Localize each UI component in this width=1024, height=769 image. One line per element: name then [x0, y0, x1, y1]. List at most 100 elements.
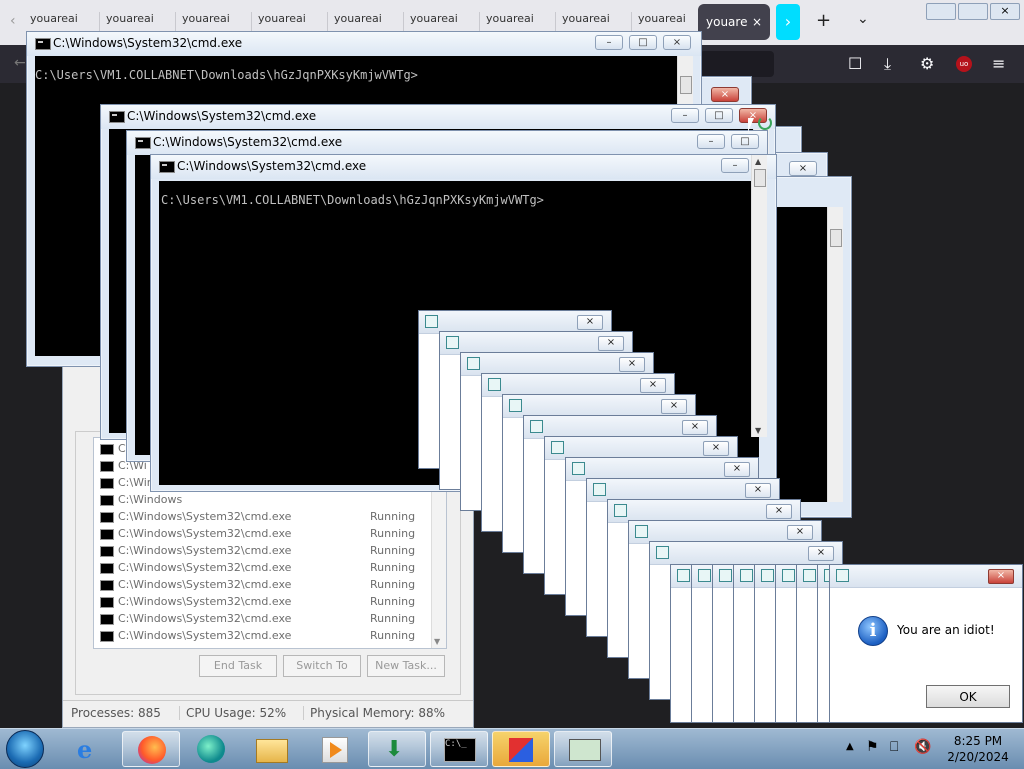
dialog-close-button[interactable]: × [703, 441, 729, 456]
title-bar[interactable]: C:\Windows\System32\cmd.exe – □ × [101, 105, 775, 129]
title-bar[interactable]: C:\Windows\System32\cmd.exe – □ × [27, 32, 701, 56]
taskbar-edge-like-app[interactable] [182, 731, 240, 767]
dialog-title-bar[interactable]: × [482, 374, 674, 396]
dialog-title-bar[interactable]: × [503, 395, 695, 417]
idiot-dialog: × i You are an idiot! OK [829, 564, 1023, 723]
dialog-close-button[interactable]: × [988, 569, 1014, 584]
dialog-close-button[interactable]: × [619, 357, 645, 372]
taskbar-explorer[interactable] [242, 731, 300, 767]
process-row[interactable]: C:\Windows\System32\cmd.exe Running [100, 561, 415, 577]
dialog-app-icon [836, 569, 849, 582]
scroll-down-icon[interactable]: ▼ [434, 637, 440, 646]
close-button[interactable]: × [663, 35, 691, 50]
dialog-title-bar[interactable]: × [629, 521, 821, 543]
browser-app-icon [197, 735, 225, 763]
network-icon[interactable]: ⎕ [890, 739, 898, 755]
dialog-close-button[interactable]: × [724, 462, 750, 477]
dialog-title-bar[interactable]: × [587, 479, 779, 501]
menu-hamburger-icon[interactable]: ≡ [992, 54, 1005, 73]
dialog-title-bar[interactable]: × [566, 458, 758, 480]
download-arrow-icon: ⬇ [385, 737, 404, 762]
dialog-title-bar[interactable]: × [830, 565, 1022, 587]
scroll-up-icon[interactable]: ▲ [755, 157, 761, 166]
taskbar-downloads-app[interactable]: ⬇ [368, 731, 426, 767]
vertical-scrollbar[interactable]: ▲ ▼ [751, 155, 767, 437]
dialog-app-icon [593, 483, 606, 496]
minimize-button[interactable]: – [697, 134, 725, 149]
dialog-close-button[interactable]: × [745, 483, 771, 498]
title-bar[interactable]: C:\Windows\System32\cmd.exe – □ [127, 131, 767, 155]
process-row[interactable]: C:\Windows\System32\cmd.exe Running [100, 629, 415, 645]
taskbar-internet-explorer[interactable]: e [62, 731, 120, 767]
browser-close-button[interactable]: × [990, 3, 1020, 20]
dialog-title-bar[interactable]: × [545, 437, 737, 459]
download-icon[interactable]: ⤓ [884, 54, 891, 74]
dialog-close-button[interactable]: × [661, 399, 687, 414]
close-tab-icon[interactable]: × [752, 4, 762, 40]
browser-maximize-button[interactable] [958, 3, 988, 20]
process-row[interactable]: C:\Windows\System32\cmd.exe Running [100, 578, 415, 594]
ublock-icon[interactable]: uo [956, 56, 972, 72]
active-browser-tab[interactable]: youare × [698, 4, 770, 40]
taskbar-firefox[interactable] [122, 731, 180, 767]
minimize-button[interactable]: – [595, 35, 623, 50]
end-task-button[interactable]: End Task [199, 655, 277, 677]
dialog-title-bar[interactable]: × [524, 416, 716, 438]
dialog-close-button[interactable]: × [640, 378, 666, 393]
process-row[interactable]: C:\Windows [100, 493, 182, 509]
dialog-close-button[interactable]: × [766, 504, 792, 519]
url-bar-fragment[interactable] [700, 51, 774, 77]
switch-to-button[interactable]: Switch To [283, 655, 361, 677]
command-prompt-line: C:\Users\VM1.COLLABNET\Downloads\hGzJqnP… [35, 68, 418, 82]
process-row[interactable]: C:\Win [100, 476, 154, 492]
minimize-button[interactable]: – [721, 158, 749, 173]
volume-muted-icon[interactable]: 🔇 [914, 739, 931, 755]
action-center-flag-icon[interactable]: ⚑ [866, 739, 879, 755]
maximize-button[interactable]: □ [705, 108, 733, 123]
scroll-thumb[interactable] [680, 76, 692, 94]
back-arrow-icon[interactable]: ← [14, 55, 26, 71]
process-row[interactable]: C:\Windows\System32\cmd.exe Running [100, 595, 415, 611]
busy-spinner-icon [758, 116, 772, 130]
dialog-title-bar[interactable]: × [650, 542, 842, 564]
browser-minimize-button[interactable] [926, 3, 956, 20]
close-button[interactable]: × [711, 87, 739, 102]
dialog-close-button[interactable]: × [808, 546, 834, 561]
new-task-button[interactable]: New Task... [367, 655, 445, 677]
title-bar[interactable]: C:\Windows\System32\cmd.exe – [151, 155, 776, 179]
taskbar-cmd[interactable]: C:\_ [430, 731, 488, 767]
show-hidden-icons-chevron-icon[interactable]: ▲ [846, 741, 854, 752]
scroll-thumb[interactable] [754, 169, 766, 187]
pocket-icon[interactable]: ☐ [848, 54, 862, 73]
taskbar-task-manager[interactable] [554, 731, 612, 767]
process-row[interactable]: C:\Windows\System32\cmd.exe Running [100, 510, 415, 526]
maximize-button[interactable]: □ [629, 35, 657, 50]
minimize-button[interactable]: – [671, 108, 699, 123]
tab-scroll-left-icon[interactable]: ‹ [10, 13, 16, 29]
extensions-icon[interactable]: ⚙ [920, 54, 934, 73]
vertical-scrollbar[interactable] [827, 207, 843, 502]
dialog-title-bar[interactable]: × [440, 332, 632, 354]
tab-overflow-arrow-icon[interactable]: › [776, 4, 800, 40]
start-button[interactable] [6, 730, 44, 768]
dialog-close-button[interactable]: × [787, 525, 813, 540]
dialog-title-bar[interactable]: × [608, 500, 800, 522]
maximize-button[interactable]: □ [731, 134, 759, 149]
scroll-thumb[interactable] [830, 229, 842, 247]
process-row[interactable]: C:\Windows\System32\cmd.exe Running [100, 527, 415, 543]
close-button[interactable]: × [789, 161, 817, 176]
dialog-title-bar[interactable]: × [419, 311, 611, 333]
scroll-down-icon[interactable]: ▼ [755, 426, 761, 435]
taskbar-clock[interactable]: 8:25 PM 2/20/2024 [938, 733, 1018, 765]
dialog-close-button[interactable]: × [577, 315, 603, 330]
taskbar-3d-app[interactable] [492, 731, 550, 767]
taskbar-media-player[interactable] [306, 731, 364, 767]
dialog-close-button[interactable]: × [682, 420, 708, 435]
process-row[interactable]: C:\Windows\System32\cmd.exe Running [100, 612, 415, 628]
tab-list-chevron-down-icon[interactable]: ⌄ [857, 11, 869, 27]
dialog-title-bar[interactable]: × [461, 353, 653, 375]
ok-button[interactable]: OK [926, 685, 1010, 708]
dialog-close-button[interactable]: × [598, 336, 624, 351]
new-tab-icon[interactable]: + [816, 10, 831, 31]
process-row[interactable]: C:\Windows\System32\cmd.exe Running [100, 544, 415, 560]
